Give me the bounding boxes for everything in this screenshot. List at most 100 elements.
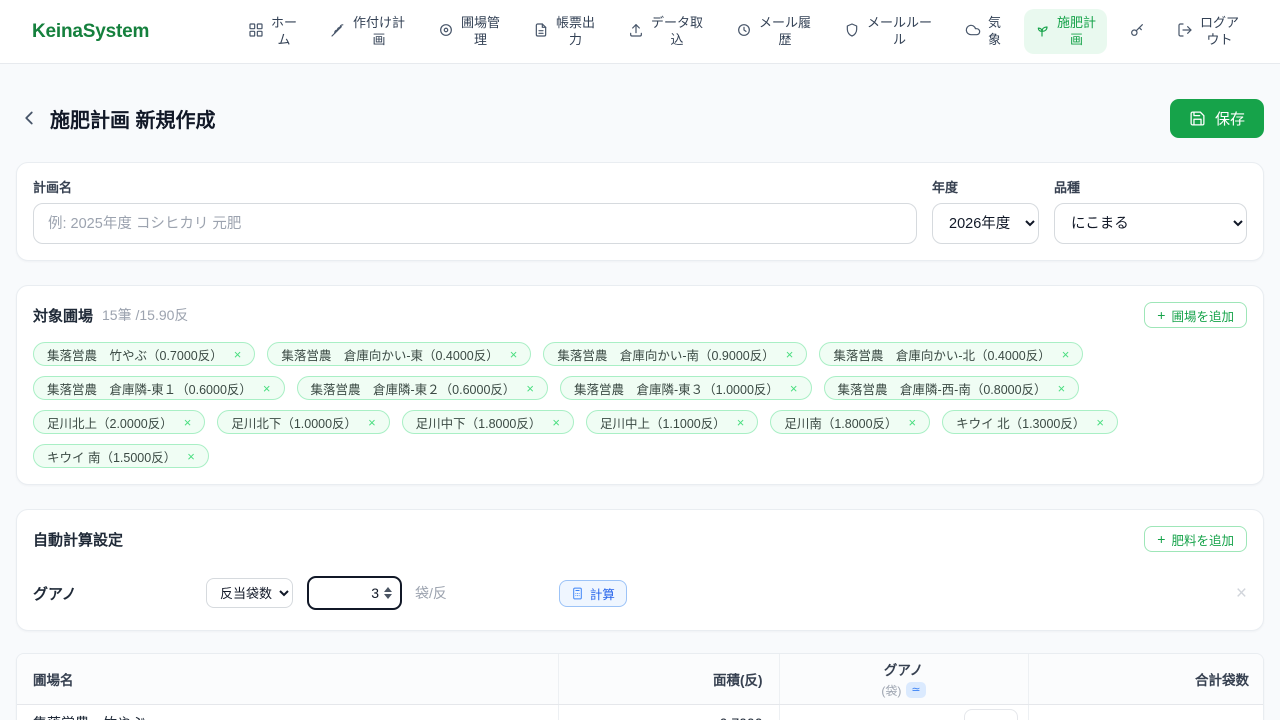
field-tag: キウイ 北（1.3000反） × — [942, 410, 1118, 434]
results-table: 圃場名 面積(反) グアノ (袋) ≃ 合計袋数 集落営農 — [17, 654, 1264, 720]
nav-item-fertilization-plan[interactable]: 施肥計画 — [1024, 9, 1107, 55]
nav-item-report-output[interactable]: 帳票出力 — [523, 9, 606, 55]
page-title: 施肥計画 新規作成 — [50, 104, 216, 133]
remove-tag-icon[interactable]: × — [368, 416, 376, 429]
nav-items: ホーム 作付け計画 圃場管理 帳票出力 データ取込 メール履歴 メールルール — [238, 9, 1250, 55]
remove-tag-icon[interactable]: × — [1058, 382, 1066, 395]
remove-tag-icon[interactable]: × — [510, 348, 518, 361]
logout-icon — [1177, 22, 1193, 41]
year-select[interactable]: 2026年度 — [932, 203, 1039, 244]
document-icon — [533, 22, 549, 41]
col-total-bags: 合計袋数 — [1028, 654, 1264, 704]
key-icon — [1129, 22, 1145, 41]
nav-item-label: ログアウト — [1199, 15, 1240, 49]
nav-item-home[interactable]: ホーム — [238, 9, 308, 55]
main-content: 施肥計画 新規作成 保存 計画名 年度 2026年度 品種 にこまる 対象圃場 … — [0, 98, 1280, 720]
back-button[interactable] — [16, 105, 42, 131]
remove-tag-icon[interactable]: × — [187, 450, 195, 463]
plan-name-label: 計画名 — [33, 177, 917, 196]
nav-item-data-import[interactable]: データ取込 — [618, 9, 714, 55]
history-clock-icon — [736, 22, 752, 41]
remove-tag-icon[interactable]: × — [526, 382, 534, 395]
row-field-name: 集落営農 竹やぶ — [17, 704, 558, 720]
remove-tag-icon[interactable]: × — [1096, 416, 1104, 429]
remove-tag-icon[interactable]: × — [263, 382, 271, 395]
plan-name-input[interactable] — [33, 203, 917, 244]
save-button[interactable]: 保存 — [1170, 99, 1264, 138]
remove-tag-icon[interactable]: × — [790, 382, 798, 395]
col-fertilizer-sub: (袋) ≃ — [796, 682, 1012, 699]
number-stepper — [384, 587, 392, 599]
field-tag: 集落営農 倉庫向かい-東（0.4000反） × — [267, 342, 531, 366]
field-tag: 集落営農 倉庫向かい-北（0.4000反） × — [819, 342, 1083, 366]
nav-item-label: データ取込 — [650, 15, 704, 49]
nav-item-mail-rules[interactable]: メールルール — [834, 9, 943, 55]
grid-icon — [248, 22, 264, 41]
table-row: 集落営農 竹やぶ 0.7000 - - — [17, 704, 1264, 720]
nav-item-label: メール履歴 — [758, 15, 812, 49]
nav-item-password[interactable] — [1119, 16, 1155, 47]
stepper-down-icon[interactable] — [384, 594, 392, 599]
table-header-row: 圃場名 面積(反) グアノ (袋) ≃ 合計袋数 — [17, 654, 1264, 704]
col-field-name: 圃場名 — [17, 654, 558, 704]
field-tag: 足川南（1.8000反） × — [770, 410, 930, 434]
remove-tag-icon[interactable]: × — [184, 416, 192, 429]
target-fields-title: 対象圃場 — [33, 305, 93, 326]
remove-tag-icon[interactable]: × — [786, 348, 794, 361]
field-tag-label: 足川北下（1.0000反） — [231, 413, 357, 432]
remove-tag-icon[interactable]: × — [909, 416, 917, 429]
cloud-icon — [965, 22, 981, 41]
nav-item-logout[interactable]: ログアウト — [1167, 9, 1250, 55]
nav-item-field-management[interactable]: 圃場管理 — [428, 9, 511, 55]
calculate-button-label: 計算 — [590, 584, 615, 603]
nav-item-label: 帳票出力 — [555, 15, 596, 49]
add-fertilizer-button[interactable]: + 肥料を追加 — [1144, 526, 1247, 552]
field-tag-label: 足川中上（1.1000反） — [600, 413, 726, 432]
save-button-label: 保存 — [1215, 108, 1245, 129]
plan-name-field: 計画名 — [33, 177, 917, 244]
variety-select[interactable]: にこまる — [1054, 203, 1247, 244]
field-tag: キウイ 南（1.5000反） × — [33, 444, 209, 468]
col-fertilizer-unit: (袋) — [881, 682, 901, 699]
remove-fertilizer-icon[interactable]: × — [1236, 584, 1247, 603]
add-field-button[interactable]: + 圃場を追加 — [1144, 302, 1247, 328]
bags-per-tan-input[interactable]: 3 — [307, 576, 402, 610]
app-logo[interactable]: KeinaSystem — [32, 21, 149, 43]
guano-bags-input[interactable]: - — [964, 709, 1018, 720]
field-tag: 集落営農 倉庫向かい-南（0.9000反） × — [543, 342, 807, 366]
field-tag-label: 足川南（1.8000反） — [784, 413, 897, 432]
nav-item-label: 施肥計画 — [1056, 15, 1097, 49]
calculate-button[interactable]: 計算 — [559, 580, 627, 607]
target-fields-card: 対象圃場 15筆 /15.90反 + 圃場を追加 集落営農 竹やぶ（0.7000… — [16, 285, 1264, 485]
remove-tag-icon[interactable]: × — [552, 416, 560, 429]
remove-tag-icon[interactable]: × — [737, 416, 745, 429]
field-tag-label: 集落営農 倉庫隣-東２（0.6000反） — [311, 379, 516, 398]
stepper-up-icon[interactable] — [384, 587, 392, 592]
remove-tag-icon[interactable]: × — [234, 348, 242, 361]
nav-item-mail-history[interactable]: メール履歴 — [726, 9, 822, 55]
row-guano-cell: - — [779, 704, 1028, 720]
nav-item-weather[interactable]: 気象 — [955, 9, 1012, 55]
field-tag: 集落営農 倉庫隣-東２（0.6000反） × — [297, 376, 549, 400]
field-tag-label: 集落営農 倉庫向かい-北（0.4000反） — [833, 345, 1050, 364]
approx-badge[interactable]: ≃ — [906, 682, 925, 698]
remove-tag-icon[interactable]: × — [1062, 348, 1070, 361]
fertilizer-name: グアノ — [33, 583, 206, 604]
field-tag-list: 集落営農 竹やぶ（0.7000反） × 集落営農 倉庫向かい-東（0.4000反… — [33, 342, 1247, 468]
variety-field: 品種 にこまる — [1054, 177, 1247, 244]
year-label: 年度 — [932, 177, 1039, 196]
calc-mode-select[interactable]: 反当袋数 — [206, 578, 293, 608]
field-tag: 集落営農 倉庫隣-東１（0.6000反） × — [33, 376, 285, 400]
row-total-bags: - — [1028, 704, 1264, 720]
col-fertilizer-label: グアノ — [796, 659, 1012, 679]
unit-label: 袋/反 — [415, 583, 447, 603]
target-fields-summary: 15筆 /15.90反 — [102, 305, 188, 325]
field-tag: 足川北上（2.0000反） × — [33, 410, 205, 434]
plus-icon: + — [1157, 308, 1165, 322]
plan-form-card: 計画名 年度 2026年度 品種 にこまる — [16, 162, 1264, 261]
save-floppy-icon — [1189, 110, 1206, 127]
shield-icon — [844, 22, 860, 41]
field-tag-label: 集落営農 倉庫隣-西-南（0.8000反） — [838, 379, 1047, 398]
field-tag: 足川中下（1.8000反） × — [402, 410, 574, 434]
nav-item-planting-plan[interactable]: 作付け計画 — [320, 9, 416, 55]
